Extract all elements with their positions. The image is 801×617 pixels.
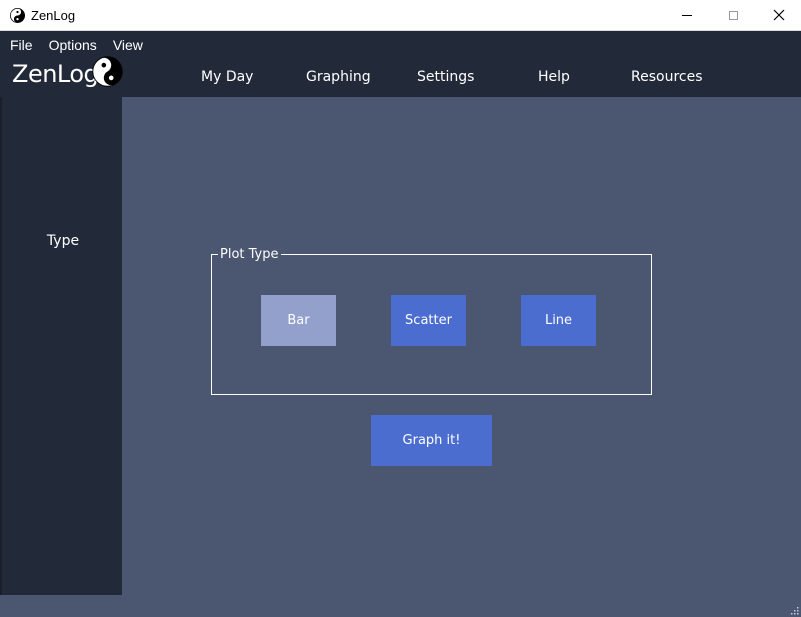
- menu-bar: File Options View: [10, 37, 143, 53]
- yin-yang-icon: [92, 56, 123, 87]
- minimize-icon: [682, 14, 692, 16]
- app-header: File Options View ZenLog My Day Graphing…: [0, 31, 801, 97]
- window-titlebar: ZenLog: [0, 0, 801, 31]
- maximize-button[interactable]: [710, 0, 756, 30]
- close-button[interactable]: [756, 0, 801, 30]
- nav-settings[interactable]: Settings: [417, 69, 474, 85]
- sidebar: Type: [0, 97, 122, 595]
- nav-help[interactable]: Help: [538, 69, 570, 85]
- graph-it-button[interactable]: Graph it!: [371, 415, 492, 466]
- window-title: ZenLog: [31, 8, 76, 23]
- nav-resources[interactable]: Resources: [631, 69, 703, 85]
- sidebar-item-type[interactable]: Type: [2, 233, 124, 249]
- nav-graphing[interactable]: Graphing: [306, 69, 371, 85]
- plot-type-label: Plot Type: [218, 247, 281, 262]
- nav-my-day[interactable]: My Day: [201, 69, 253, 85]
- menu-options[interactable]: Options: [49, 37, 97, 53]
- maximize-icon: [728, 10, 738, 20]
- brand-name: ZenLog: [12, 60, 99, 88]
- bar-plot-button[interactable]: Bar: [261, 295, 336, 346]
- close-icon: [773, 9, 785, 21]
- menu-file[interactable]: File: [10, 37, 33, 53]
- scatter-plot-button[interactable]: Scatter: [391, 295, 466, 346]
- yin-yang-icon: [10, 8, 25, 23]
- line-plot-button[interactable]: Line: [521, 295, 596, 346]
- resize-grip-icon[interactable]: [791, 607, 799, 615]
- menu-view[interactable]: View: [113, 37, 143, 53]
- minimize-button[interactable]: [664, 0, 710, 30]
